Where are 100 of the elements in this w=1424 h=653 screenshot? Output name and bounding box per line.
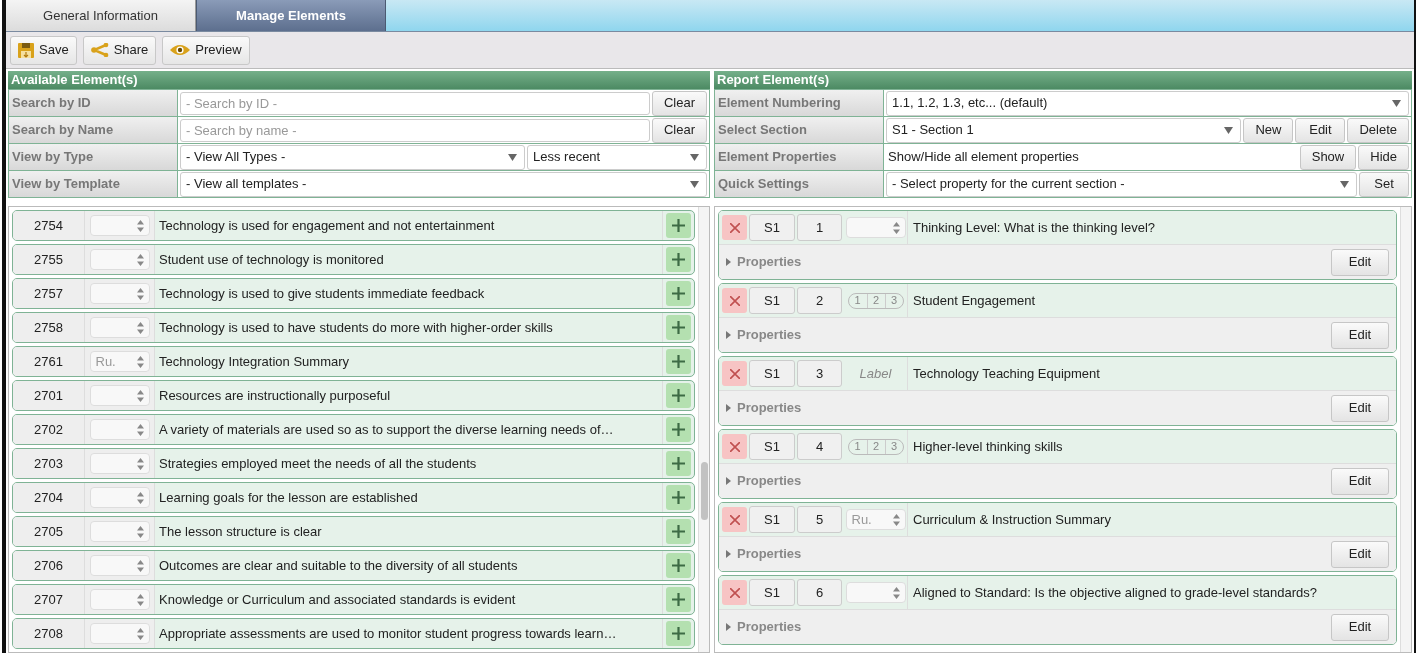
rubric-select[interactable] <box>89 487 150 508</box>
add-button[interactable] <box>666 587 691 612</box>
rubric-select[interactable] <box>89 555 150 576</box>
remove-button[interactable] <box>722 580 747 605</box>
element-id: 2708 <box>13 619 85 648</box>
edit-button[interactable]: Edit <box>1331 248 1389 276</box>
filter-label: View by Type <box>9 144 177 170</box>
number-field[interactable]: 4 <box>797 433 842 460</box>
number-field[interactable]: 5 <box>797 506 842 533</box>
rubric-select[interactable] <box>89 419 150 440</box>
rubric-select[interactable] <box>89 249 150 270</box>
panel-header: Report Element(s) <box>714 71 1412 89</box>
edit-button[interactable]: Edit <box>1331 613 1389 641</box>
caret-icon <box>690 153 699 161</box>
add-button[interactable] <box>666 519 691 544</box>
save-button[interactable]: Save <box>10 35 77 65</box>
element-text: Higher-level thinking skills <box>912 437 1064 456</box>
up-down-icon <box>136 355 144 368</box>
dropdown[interactable]: - View all templates - <box>180 171 707 197</box>
rubric-select[interactable] <box>89 521 150 542</box>
add-button[interactable] <box>666 383 691 408</box>
edit-button[interactable]: Edit <box>1331 394 1389 422</box>
filter-label: Quick Settings <box>715 171 883 197</box>
search-field[interactable]: - Search by name - <box>180 118 650 142</box>
scrollbar-thumb[interactable] <box>701 462 708 520</box>
rubric-select[interactable] <box>89 623 150 644</box>
section-field[interactable]: S1 <box>749 433 795 460</box>
scrollbar-track[interactable] <box>1400 207 1411 652</box>
add-button[interactable] <box>666 553 691 578</box>
element-id: 2757 <box>13 279 85 308</box>
close-icon <box>729 514 740 525</box>
number-field[interactable]: 3 <box>797 360 842 387</box>
rubric-select[interactable] <box>845 582 906 603</box>
up-down-icon <box>136 253 144 266</box>
add-button[interactable] <box>666 213 691 238</box>
up-down-icon <box>136 423 144 436</box>
add-button[interactable] <box>666 247 691 272</box>
number-field[interactable]: 6 <box>797 579 842 606</box>
dropdown[interactable]: S1 - Section 1 <box>886 117 1242 143</box>
rubric-select[interactable] <box>89 385 150 406</box>
search-field[interactable]: - Search by ID - <box>180 91 650 115</box>
dropdown[interactable]: - View All Types - <box>180 144 525 170</box>
dropdown[interactable]: 1.1, 1.2, 1.3, etc... (default) <box>886 90 1409 116</box>
plus-icon <box>672 525 685 538</box>
section-field[interactable]: S1 <box>749 506 795 533</box>
filter-button[interactable]: Edit <box>1295 117 1346 143</box>
remove-button[interactable] <box>722 361 747 386</box>
number-field[interactable]: 2 <box>797 287 842 314</box>
up-down-icon <box>892 221 900 234</box>
add-button[interactable] <box>666 349 691 374</box>
element-id: 2707 <box>13 585 85 614</box>
rubric-select[interactable] <box>89 589 150 610</box>
remove-button[interactable] <box>722 507 747 532</box>
rubric-select[interactable] <box>89 283 150 304</box>
filter-button[interactable]: Set <box>1359 171 1409 197</box>
element-id: 2704 <box>13 483 85 512</box>
section-field[interactable]: S1 <box>749 287 795 314</box>
add-button[interactable] <box>666 315 691 340</box>
edit-button[interactable]: Edit <box>1331 467 1389 495</box>
element-id: 2703 <box>13 449 85 478</box>
section-field[interactable]: S1 <box>749 360 795 387</box>
remove-button[interactable] <box>722 288 747 313</box>
element-text: Student use of technology is monitored <box>158 250 385 269</box>
filter-button[interactable]: Delete <box>1347 117 1409 143</box>
add-button[interactable] <box>666 621 691 646</box>
section-field[interactable]: S1 <box>749 579 795 606</box>
remove-button[interactable] <box>722 215 747 240</box>
element-text: Thinking Level: What is the thinking level? <box>912 218 1157 237</box>
filter-button[interactable]: Clear <box>651 117 707 143</box>
up-down-icon <box>136 457 144 470</box>
remove-button[interactable] <box>722 434 747 459</box>
edit-button[interactable]: Edit <box>1331 540 1389 568</box>
filter-button[interactable]: Show <box>1299 144 1357 170</box>
number-field[interactable]: 1 <box>797 214 842 241</box>
filter-button[interactable]: Clear <box>651 90 707 116</box>
filter-label: Element Numbering <box>715 90 883 116</box>
dropdown[interactable]: Less recent <box>527 144 707 170</box>
rubric-select[interactable] <box>89 317 150 338</box>
add-button[interactable] <box>666 417 691 442</box>
preview-button[interactable]: Preview <box>162 35 250 65</box>
plus-icon <box>672 491 685 504</box>
rubric-select[interactable] <box>845 217 906 238</box>
dropdown[interactable]: - Select property for the current section - <box>886 171 1357 197</box>
add-button[interactable] <box>666 451 691 476</box>
expand-icon <box>726 404 731 412</box>
edit-button[interactable]: Edit <box>1331 321 1389 349</box>
rubric-select[interactable] <box>89 215 150 236</box>
add-button[interactable] <box>666 281 691 306</box>
section-field[interactable]: S1 <box>749 214 795 241</box>
filter-button[interactable]: New <box>1243 117 1294 143</box>
tab[interactable]: Manage Elements <box>196 0 386 31</box>
filter-button[interactable]: Hide <box>1358 144 1409 170</box>
close-icon <box>729 295 740 306</box>
add-button[interactable] <box>666 485 691 510</box>
plus-icon <box>672 321 685 334</box>
tab[interactable]: General Information <box>6 0 196 31</box>
share-button[interactable]: Share <box>82 35 157 65</box>
expand-icon <box>726 331 731 339</box>
up-down-icon <box>136 525 144 538</box>
rubric-select[interactable] <box>89 453 150 474</box>
